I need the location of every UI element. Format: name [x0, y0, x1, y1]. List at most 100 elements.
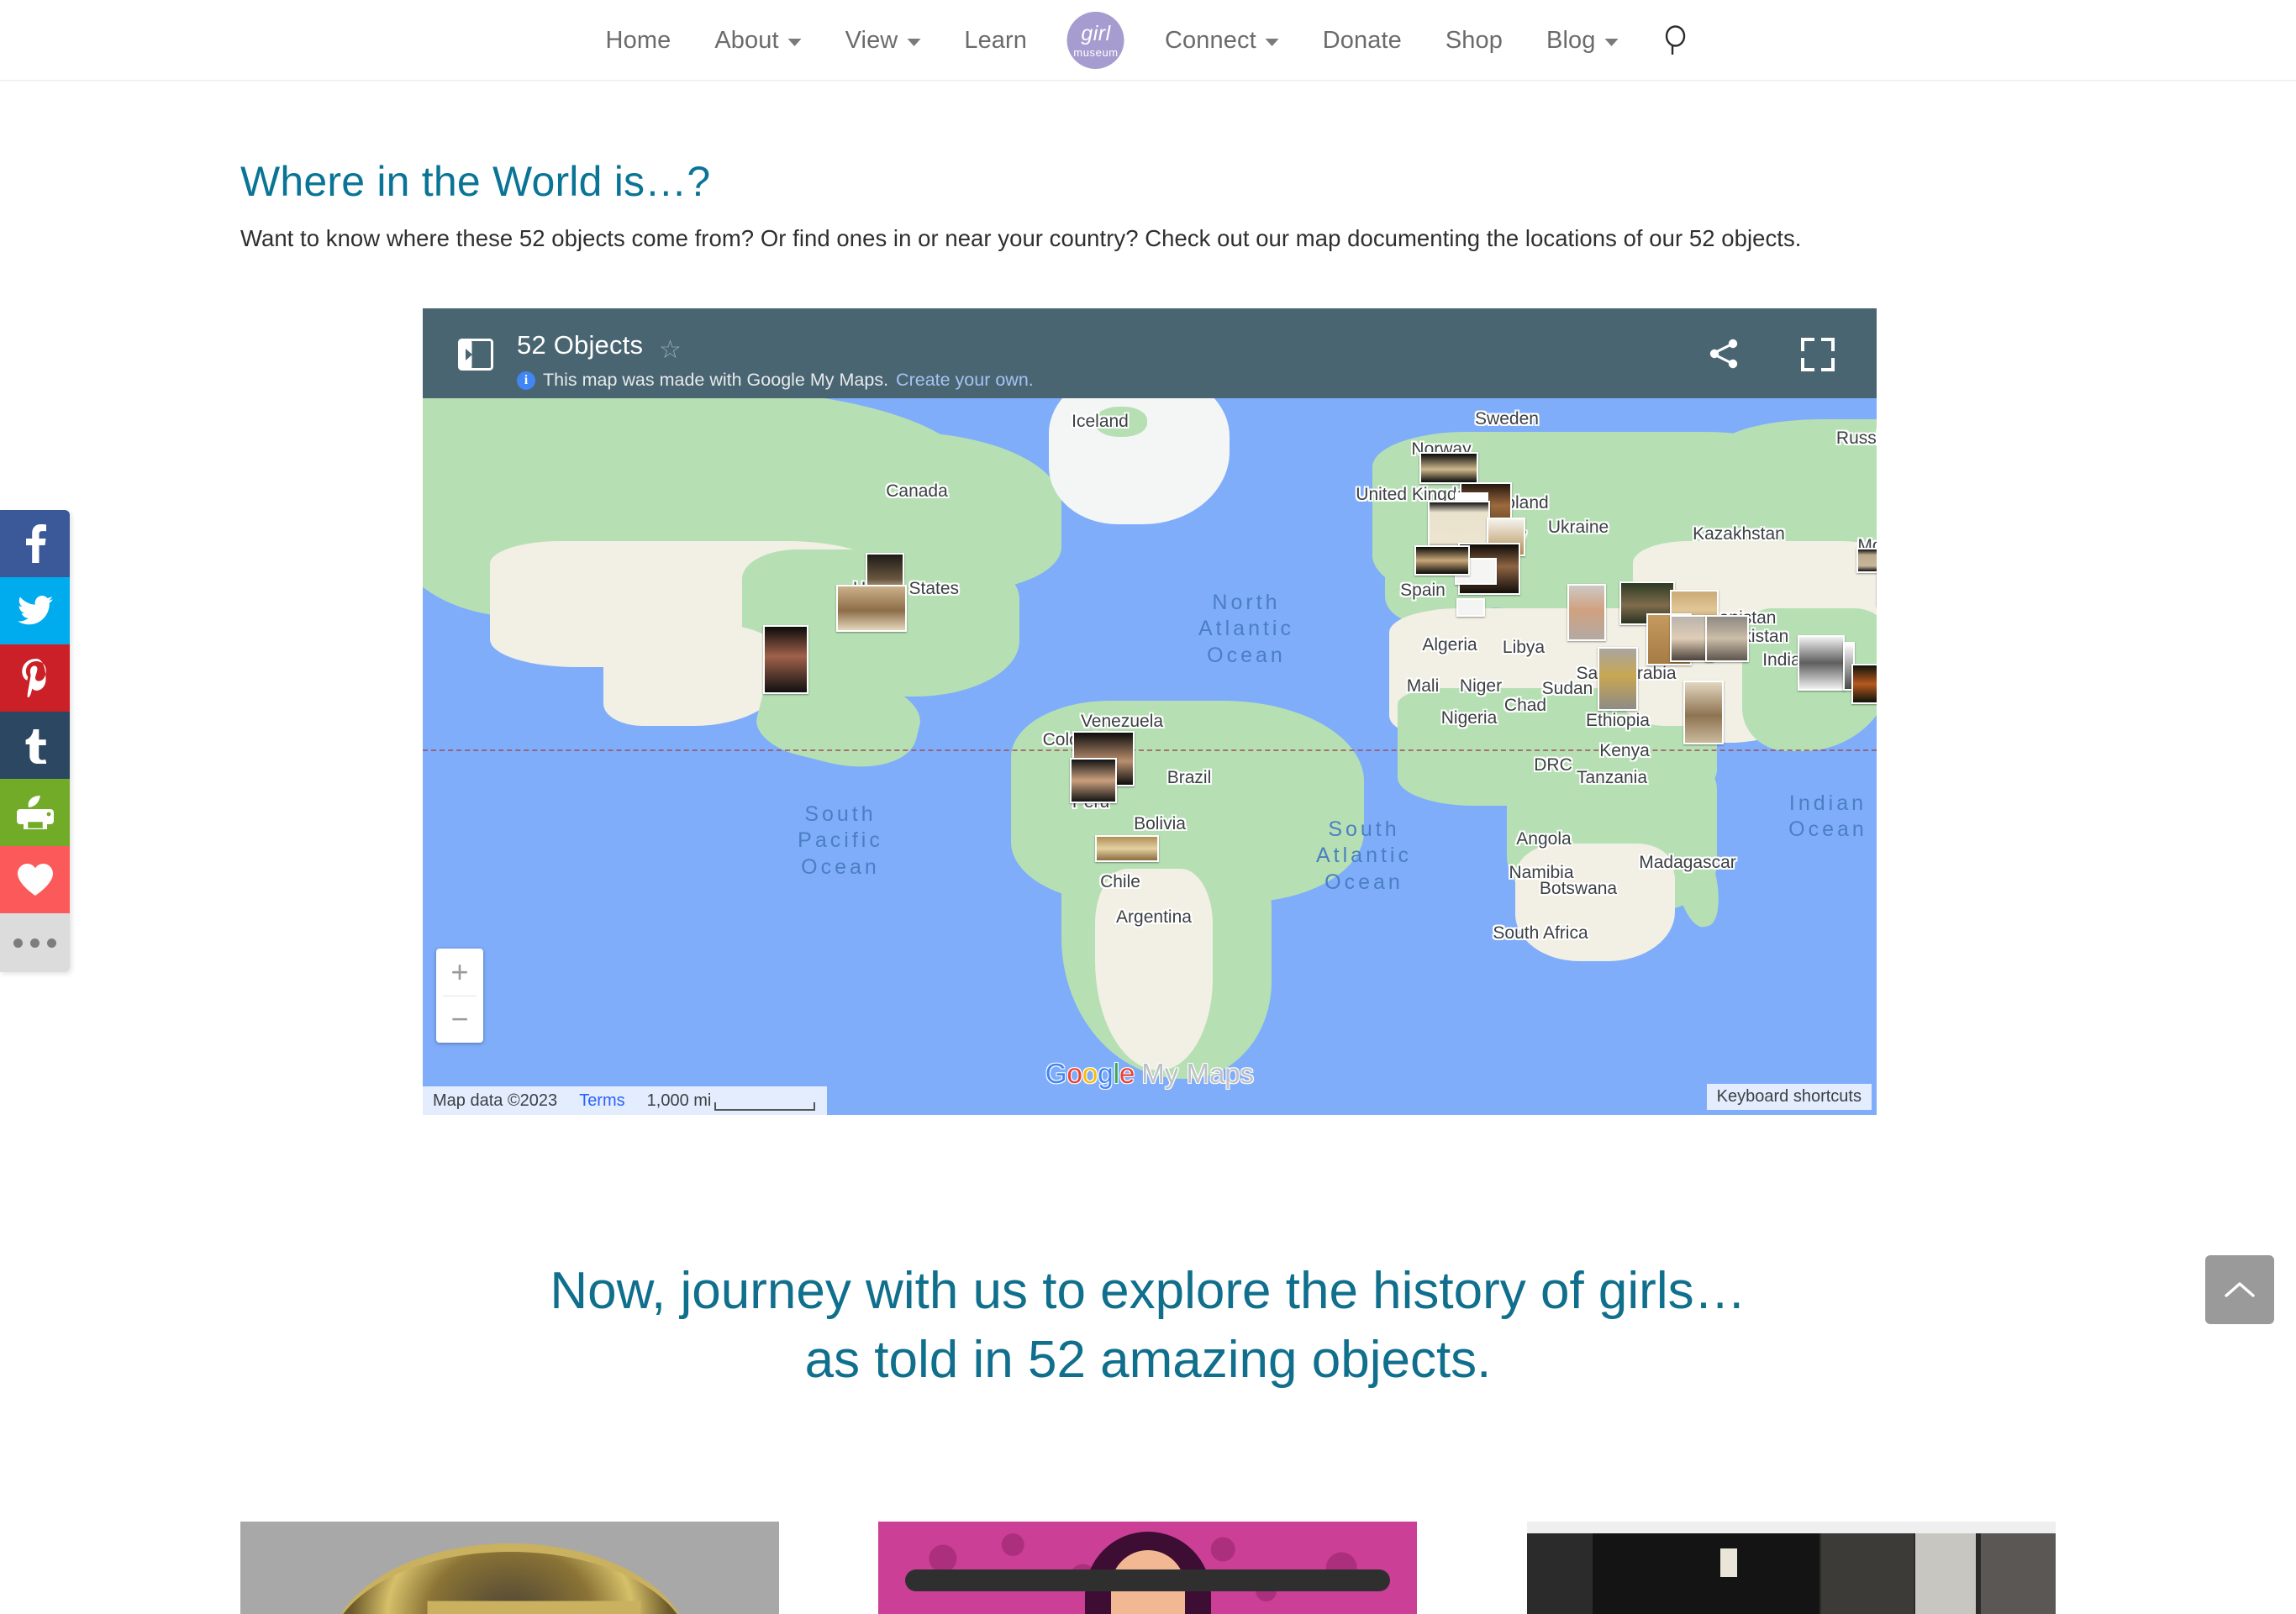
map-object-pin[interactable]	[836, 585, 907, 632]
page-lead-paragraph: Want to know where these 52 objects come…	[240, 225, 1802, 251]
heart-icon	[17, 864, 53, 896]
map-object-pin[interactable]	[1683, 681, 1724, 744]
map-country-label: Canada	[886, 481, 948, 501]
map-country-label: Algeria	[1422, 635, 1477, 655]
chevron-down-icon	[1604, 39, 1619, 46]
chevron-down-icon	[787, 39, 802, 46]
nav-item-learn[interactable]: Learn	[942, 0, 1049, 81]
map-object-pin[interactable]	[1414, 545, 1470, 576]
map-country-label: Iceland	[1072, 412, 1129, 431]
map-object-pin[interactable]	[763, 625, 808, 694]
map-country-label: Nigeria	[1440, 708, 1498, 728]
zoom-out-button[interactable]: −	[436, 996, 483, 1043]
object-card-1[interactable]	[240, 1522, 779, 1614]
nav-item-view[interactable]: View	[824, 0, 943, 81]
share-facebook-button[interactable]	[0, 510, 70, 577]
nav-item-label: Connect	[1165, 26, 1256, 54]
map-country-label: Sudan	[1541, 679, 1593, 698]
google-my-maps-logo: Google My Maps	[1045, 1058, 1254, 1090]
share-more-button[interactable]	[0, 913, 70, 972]
map-object-pin[interactable]	[1856, 548, 1877, 573]
nav-item-donate[interactable]: Donate	[1301, 0, 1424, 81]
nav-item-label: Shop	[1445, 26, 1503, 54]
nav-item-blog[interactable]: Blog	[1525, 0, 1640, 81]
map-country-label: Venezuela	[1080, 712, 1164, 731]
girl-museum-logo: girl museum	[1067, 12, 1125, 69]
map-country-label: Botswana	[1539, 879, 1618, 898]
dark-banner-bar	[905, 1569, 1390, 1591]
search-icon	[1665, 25, 1686, 55]
map-object-pin[interactable]	[1070, 758, 1117, 803]
tumblr-icon	[25, 729, 46, 764]
map-ocean-label: North Atlantic Ocean	[1198, 591, 1294, 667]
chevron-down-icon	[907, 39, 921, 46]
google-my-maps-embed[interactable]: 52 Objects ☆ i This map was made with Go…	[423, 308, 1877, 1115]
equator-line	[423, 749, 1877, 751]
map-scale-label: 1,000 mi	[646, 1091, 712, 1110]
object-cards-row	[0, 1522, 2296, 1614]
map-country-label: Madagascar	[1639, 853, 1736, 872]
map-country-label: Angola	[1516, 829, 1572, 849]
printer-leaf-icon	[16, 796, 54, 829]
map-object-pin[interactable]	[1798, 635, 1845, 691]
my-maps-wordmark: My Maps	[1141, 1058, 1255, 1089]
expand-panel-icon[interactable]	[458, 339, 493, 371]
landmass-mexico	[603, 625, 784, 726]
photo-top-edge	[1527, 1522, 2056, 1533]
google-wordmark: Google	[1045, 1058, 1135, 1089]
map-object-pin[interactable]	[1095, 835, 1159, 862]
search-toggle-button[interactable]	[1640, 0, 1712, 81]
map-country-label: Libya	[1502, 638, 1546, 657]
twitter-icon	[17, 596, 53, 625]
object-card-3[interactable]	[1527, 1522, 2056, 1614]
journey-heading-line-2: as told in 52 amazing objects.	[804, 1330, 1492, 1389]
map-object-pin[interactable]	[1419, 452, 1478, 484]
window-frame	[1981, 1533, 2056, 1614]
share-pinterest-button[interactable]	[0, 644, 70, 712]
terms-link[interactable]: Terms	[579, 1091, 624, 1111]
map-country-label: Chile	[1100, 872, 1140, 891]
map-country-label: Sweden	[1475, 409, 1539, 428]
logo-line-1: girl	[1081, 21, 1111, 45]
nav-item-label: Learn	[964, 26, 1028, 54]
star-icon[interactable]: ☆	[659, 335, 682, 365]
share-print-button[interactable]	[0, 779, 70, 846]
map-country-label: Niger	[1459, 676, 1503, 696]
nav-item-label: View	[845, 26, 898, 54]
nav-item-label: About	[714, 26, 779, 54]
map-object-pin[interactable]	[1598, 647, 1638, 711]
window-light	[1915, 1533, 1976, 1614]
map-canvas[interactable]: IcelandSwedenRussiaNorwayCanadaUnited Ki…	[423, 398, 1877, 1115]
map-object-pin[interactable]	[1456, 598, 1485, 617]
page-title: Where in the World is…?	[240, 158, 711, 205]
journey-heading-line-1: Now, journey with us to explore the hist…	[550, 1262, 1746, 1320]
share-like-button[interactable]	[0, 846, 70, 913]
map-country-label: South Africa	[1493, 923, 1588, 943]
map-country-label: Chad	[1503, 696, 1547, 715]
map-zoom-control: + −	[436, 949, 483, 1043]
share-icon[interactable]	[1705, 335, 1742, 372]
zoom-in-button[interactable]: +	[436, 949, 483, 996]
create-your-own-link[interactable]: Create your own.	[896, 370, 1034, 391]
share-twitter-button[interactable]	[0, 577, 70, 644]
share-tumblr-button[interactable]	[0, 712, 70, 779]
nav-item-about[interactable]: About	[692, 0, 823, 81]
map-country-label: India	[1762, 650, 1801, 670]
object-card-2[interactable]	[878, 1522, 1417, 1614]
map-object-pin[interactable]	[1567, 584, 1606, 641]
nav-item-home[interactable]: Home	[584, 0, 693, 81]
chevron-down-icon	[1265, 39, 1279, 46]
fullscreen-icon[interactable]	[1799, 336, 1836, 373]
scroll-to-top-button[interactable]	[2205, 1255, 2274, 1324]
map-object-pin[interactable]	[1705, 615, 1749, 662]
map-data-copyright: Map data ©2023	[433, 1091, 558, 1110]
map-country-label: Ethiopia	[1586, 711, 1650, 730]
map-country-label: Russia	[1835, 428, 1877, 448]
keyboard-shortcuts-button[interactable]: Keyboard shortcuts	[1706, 1084, 1872, 1110]
site-logo-link[interactable]: girl museum	[1049, 12, 1143, 69]
map-header-bar: 52 Objects ☆ i This map was made with Go…	[423, 308, 1877, 398]
map-object-pin[interactable]	[1851, 664, 1877, 704]
main-navigation: Home About View Learn girl museum Connec…	[584, 0, 1713, 81]
nav-item-shop[interactable]: Shop	[1424, 0, 1525, 81]
nav-item-connect[interactable]: Connect	[1143, 0, 1301, 81]
